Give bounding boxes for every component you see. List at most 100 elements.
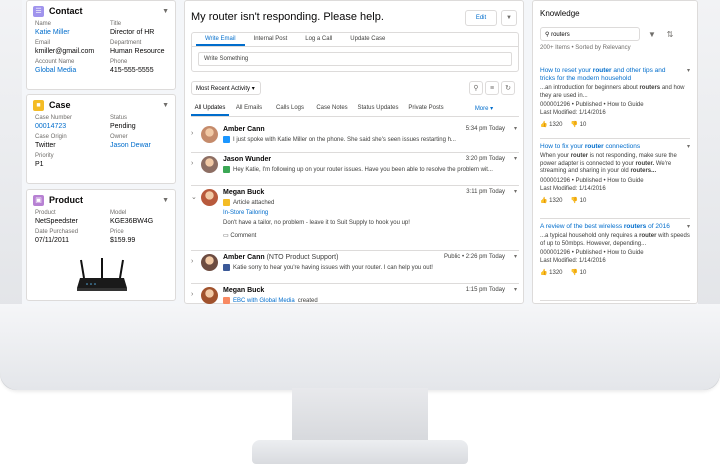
field-value: kmiller@gmail.com bbox=[35, 48, 95, 55]
chevron-right-icon[interactable]: › bbox=[191, 291, 193, 298]
post-author[interactable]: Megan Buck bbox=[223, 287, 264, 294]
chevron-down-icon[interactable]: ▼ bbox=[501, 10, 517, 26]
knowledge-count: 200+ Items • Sorted by Relevancy bbox=[540, 45, 631, 51]
feed-tab[interactable]: Private Posts bbox=[403, 101, 449, 116]
post-text: Article attached bbox=[233, 199, 275, 206]
dislike-button[interactable]: 👎 10 bbox=[571, 197, 587, 204]
chevron-down-icon[interactable]: ▾ bbox=[514, 188, 517, 195]
dislike-button[interactable]: 👎 10 bbox=[571, 269, 587, 276]
field: Priority P1 bbox=[35, 153, 110, 169]
sort-dropdown[interactable]: Most Recent Activity ▾ bbox=[191, 81, 261, 95]
field-value[interactable]: Katie Miller bbox=[35, 28, 110, 37]
dislike-count: 10 bbox=[579, 197, 587, 204]
dislike-button[interactable]: 👎 10 bbox=[571, 121, 587, 128]
sort-icon[interactable]: ⇅ bbox=[663, 27, 677, 41]
knowledge-article: A review of the best wireless routers of… bbox=[540, 223, 690, 301]
feed-post: › Amber Cann (NTO Product Support) Public … bbox=[191, 251, 519, 284]
product-fields: Product NetSpeedster Model KGE36BW4G Date Pu… bbox=[27, 210, 175, 245]
chevron-down-icon[interactable]: ▾ bbox=[687, 143, 690, 150]
field-value[interactable]: 00014723 bbox=[35, 122, 110, 131]
avatar[interactable] bbox=[201, 189, 218, 206]
chevron-down-icon[interactable]: ▼ bbox=[162, 102, 169, 109]
field-label: Title bbox=[110, 21, 122, 27]
chevron-right-icon[interactable]: › bbox=[191, 258, 193, 265]
monitor-stand-foot bbox=[252, 440, 468, 464]
field: Phone 415-555-5555 bbox=[110, 59, 180, 75]
thumbs-down-icon: 👎 bbox=[570, 197, 580, 204]
field-label: Name bbox=[35, 21, 52, 27]
field-label: Department bbox=[110, 40, 142, 46]
post-author[interactable]: Jason Wunder bbox=[223, 156, 271, 163]
chevron-down-icon[interactable]: ▾ bbox=[687, 67, 690, 74]
field-label: Phone bbox=[110, 59, 128, 65]
search-highlight: router. bbox=[635, 160, 655, 167]
knowledge-search-input[interactable]: ⚲ routers bbox=[540, 27, 640, 41]
publisher-tab[interactable]: Write Email bbox=[196, 33, 245, 46]
search-highlight: routers bbox=[639, 85, 661, 91]
post-attachment[interactable]: In-Store Tailoring bbox=[223, 210, 268, 216]
publisher-tab[interactable]: Update Case bbox=[341, 33, 394, 46]
chevron-down-icon[interactable]: ▾ bbox=[514, 253, 517, 260]
post-text: I just spoke with Katie Miller on the ph… bbox=[233, 136, 456, 143]
feed-tab[interactable]: All Updates bbox=[191, 101, 229, 116]
publisher-tab[interactable]: Internal Post bbox=[245, 33, 297, 46]
chevron-right-icon[interactable]: › bbox=[191, 130, 193, 137]
publisher-tab[interactable]: Log a Call bbox=[296, 33, 341, 46]
monitor-chin bbox=[0, 304, 720, 390]
product-title: Product bbox=[49, 195, 84, 205]
comment-button[interactable]: ▭ Comment bbox=[223, 232, 256, 239]
chevron-down-icon[interactable]: ▾ bbox=[514, 286, 517, 293]
like-button[interactable]: 👍 1320 bbox=[540, 269, 563, 276]
chevron-down-icon[interactable]: ▼ bbox=[162, 8, 169, 15]
post-timestamp: 1:15 pm Today bbox=[465, 287, 505, 293]
feed-tab[interactable]: Calls Logs bbox=[269, 101, 311, 116]
article-title[interactable]: How to reset your router and other tips … bbox=[540, 67, 690, 83]
chevron-down-icon[interactable]: ▾ bbox=[514, 155, 517, 162]
feed-post: › Megan Buck 1:15 pm Today ▾ EBC with Globa… bbox=[191, 284, 519, 304]
post-body: Hey Katie, I'm following up on your rout… bbox=[223, 166, 493, 173]
avatar[interactable] bbox=[201, 254, 218, 271]
article-title[interactable]: How to fix your router connections bbox=[540, 143, 690, 151]
like-button[interactable]: 👍 1320 bbox=[540, 121, 563, 128]
field-label: Product bbox=[35, 210, 56, 216]
like-button[interactable]: 👍 1320 bbox=[540, 197, 563, 204]
search-highlight: router bbox=[639, 233, 657, 239]
chevron-down-icon[interactable]: ⌄ bbox=[191, 193, 197, 201]
post-type-icon bbox=[223, 264, 230, 271]
post-author[interactable]: Amber Cann (NTO Product Support) bbox=[223, 254, 338, 261]
chevron-down-icon[interactable]: ▾ bbox=[687, 223, 690, 230]
avatar[interactable] bbox=[201, 287, 218, 304]
post-body: Katie sorry to hear you're having issues… bbox=[223, 264, 433, 271]
article-title[interactable]: A review of the best wireless routers of… bbox=[540, 223, 690, 231]
filter-icon[interactable]: ▼ bbox=[645, 27, 659, 41]
post-author[interactable]: Megan Buck bbox=[223, 189, 264, 196]
post-link[interactable]: EBC with Global Media bbox=[233, 298, 295, 304]
case-icon: ■ bbox=[33, 99, 44, 111]
edit-button[interactable]: Edit bbox=[465, 10, 497, 26]
feed-tab[interactable]: Case Notes bbox=[311, 101, 353, 116]
publisher-input[interactable]: Write Something bbox=[198, 52, 512, 66]
search-highlight: routers... bbox=[630, 168, 657, 174]
filter-icon[interactable]: ≡ bbox=[485, 81, 499, 95]
chevron-right-icon[interactable]: › bbox=[191, 160, 193, 167]
field-value[interactable]: Global Media bbox=[35, 66, 110, 75]
article-meta: 000001296 • Published • How to Guide bbox=[540, 250, 644, 256]
chevron-down-icon[interactable]: ▾ bbox=[514, 125, 517, 132]
avatar[interactable] bbox=[201, 126, 218, 143]
chevron-down-icon: ▾ bbox=[251, 86, 255, 92]
refresh-icon[interactable]: ↻ bbox=[501, 81, 515, 95]
field-label: Status bbox=[110, 115, 128, 121]
feed-tab[interactable]: Status Updates bbox=[353, 101, 403, 116]
field-label: Price bbox=[110, 229, 124, 235]
field: Status Pending bbox=[110, 115, 180, 131]
feed-tab[interactable]: More ▾ bbox=[449, 101, 519, 116]
feed-tab[interactable]: All Emails bbox=[229, 101, 269, 116]
field: Case Number 00014723 bbox=[35, 115, 110, 131]
chevron-down-icon[interactable]: ▼ bbox=[162, 197, 169, 204]
post-author[interactable]: Amber Cann bbox=[223, 126, 265, 133]
post-timestamp: 5:34 pm Today bbox=[465, 126, 505, 132]
case-feed-panel: My router isn't responding. Please help.… bbox=[184, 0, 524, 304]
field-value[interactable]: Jason Dewar bbox=[110, 141, 180, 150]
avatar[interactable] bbox=[201, 156, 218, 173]
search-icon[interactable]: ⚲ bbox=[469, 81, 483, 95]
